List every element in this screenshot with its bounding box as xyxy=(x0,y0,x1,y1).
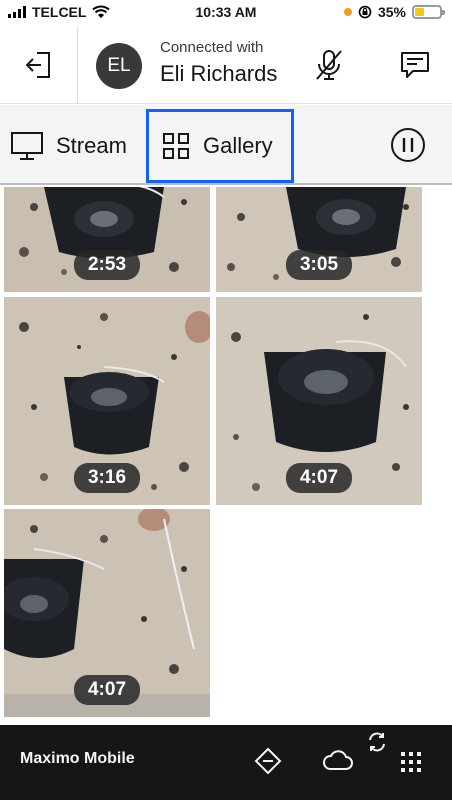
chat-button[interactable] xyxy=(390,40,440,90)
exit-button[interactable] xyxy=(0,26,78,104)
gallery-item[interactable]: 4:07 xyxy=(4,509,210,717)
sync-button[interactable] xyxy=(364,729,390,755)
view-tabs: Stream Gallery xyxy=(0,105,452,185)
gallery-item[interactable]: 4:07 xyxy=(216,297,422,505)
cloud-icon xyxy=(323,750,353,770)
navigation-icon xyxy=(254,747,282,775)
tab-gallery-label: Gallery xyxy=(203,133,273,158)
video-duration: 3:05 xyxy=(285,250,353,280)
video-duration: 2:53 xyxy=(73,250,141,280)
video-duration: 4:07 xyxy=(285,463,353,493)
mic-off-icon xyxy=(316,50,342,80)
cloud-button[interactable] xyxy=(320,743,356,779)
chat-icon xyxy=(401,52,429,78)
sync-icon xyxy=(369,732,385,752)
gallery-grid: 2:53 3:05 3:16 4:07 4:07 xyxy=(0,187,452,725)
connected-label: Connected with xyxy=(160,39,264,56)
battery-percent: 35% xyxy=(377,4,406,20)
gallery-item[interactable]: 3:16 xyxy=(4,297,210,505)
video-duration: 4:07 xyxy=(73,675,141,705)
app-name: Maximo Mobile xyxy=(20,750,135,767)
navigation-button[interactable] xyxy=(250,743,286,779)
battery-icon xyxy=(412,5,445,19)
apps-grid-icon xyxy=(401,752,421,772)
gallery-item[interactable]: 2:53 xyxy=(4,187,210,292)
status-bar: TELCEL 10:33 AM 35% xyxy=(0,0,452,26)
status-right: 35% xyxy=(343,4,445,20)
apps-menu-button[interactable] xyxy=(394,745,428,779)
pause-icon[interactable] xyxy=(388,125,428,165)
video-duration: 3:16 xyxy=(73,463,141,493)
tab-stream-label: Stream xyxy=(56,133,127,158)
avatar: EL xyxy=(96,43,142,89)
app-bottom-bar: Maximo Mobile xyxy=(0,725,452,800)
mute-button[interactable] xyxy=(304,40,354,90)
location-icon xyxy=(343,8,352,16)
monitor-icon xyxy=(11,132,43,160)
call-header: EL Connected with Eli Richards xyxy=(0,26,452,104)
screen-lock-icon xyxy=(358,5,372,19)
tab-stream[interactable]: Stream xyxy=(10,109,127,183)
grid-icon xyxy=(163,133,189,159)
exit-icon xyxy=(25,52,50,78)
gallery-item[interactable]: 3:05 xyxy=(216,187,422,292)
tab-gallery[interactable]: Gallery xyxy=(146,109,294,183)
connected-name: Eli Richards xyxy=(160,61,278,86)
